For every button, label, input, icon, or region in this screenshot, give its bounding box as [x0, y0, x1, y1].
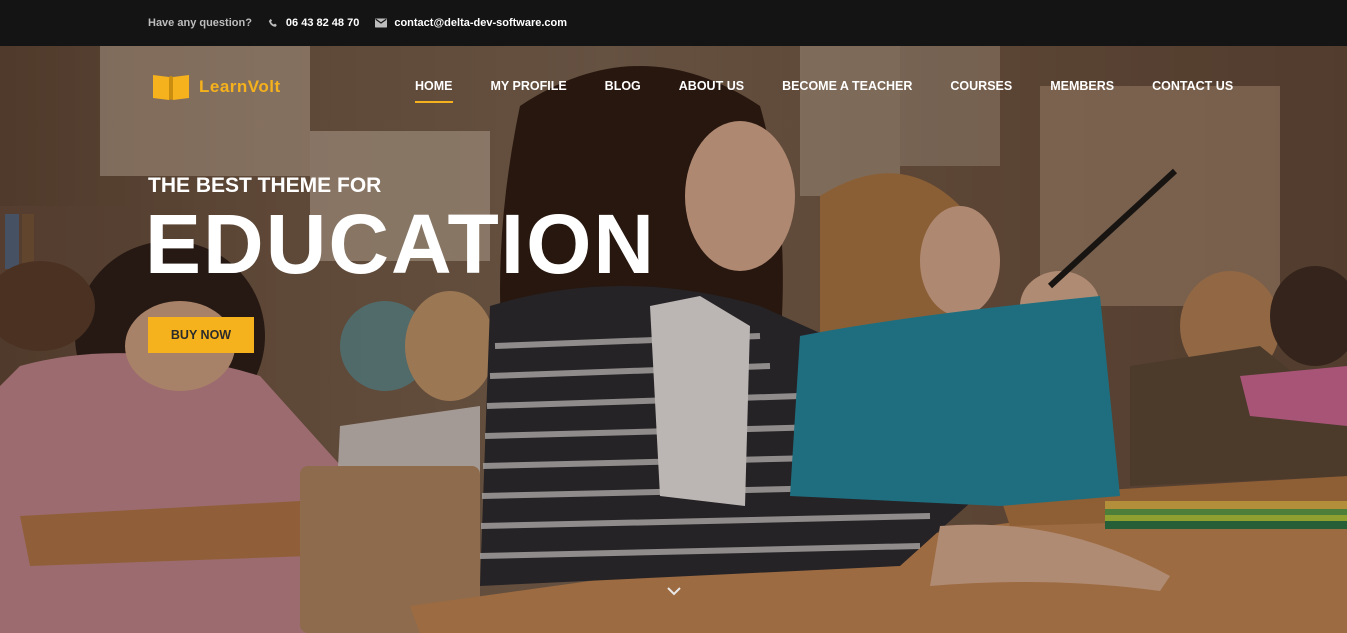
question-text: Have any question? [148, 17, 252, 29]
top-bar: Have any question? 06 43 82 48 70 contac… [0, 0, 1347, 46]
phone-icon [268, 18, 277, 27]
nav-become-a-teacher[interactable]: BECOME A TEACHER [782, 79, 912, 103]
phone-contact[interactable]: 06 43 82 48 70 [268, 17, 359, 29]
buy-now-button[interactable]: BUY NOW [148, 317, 254, 353]
chevron-down-icon[interactable] [667, 587, 681, 596]
nav-courses[interactable]: COURSES [950, 79, 1012, 103]
nav-my-profile[interactable]: MY PROFILE [491, 79, 567, 103]
site-logo[interactable]: LearnVolt [151, 72, 281, 102]
hero-section: LearnVolt HOME MY PROFILE BLOG ABOUT US … [0, 46, 1347, 633]
email-contact[interactable]: contact@delta-dev-software.com [375, 17, 567, 29]
logo-text: LearnVolt [199, 77, 281, 96]
hero-title: EDUCATION [145, 197, 657, 291]
email-address: contact@delta-dev-software.com [394, 17, 568, 29]
hero-subtitle: THE BEST THEME FOR [148, 174, 382, 197]
main-navigation: HOME MY PROFILE BLOG ABOUT US BECOME A T… [415, 79, 1233, 103]
nav-home[interactable]: HOME [415, 79, 453, 103]
nav-contact-us[interactable]: CONTACT US [1152, 79, 1233, 103]
nav-about-us[interactable]: ABOUT US [679, 79, 744, 103]
envelope-icon [375, 18, 388, 28]
nav-members[interactable]: MEMBERS [1050, 79, 1114, 103]
nav-blog[interactable]: BLOG [605, 79, 641, 103]
open-book-icon [153, 75, 189, 100]
phone-number: 06 43 82 48 70 [285, 17, 360, 29]
